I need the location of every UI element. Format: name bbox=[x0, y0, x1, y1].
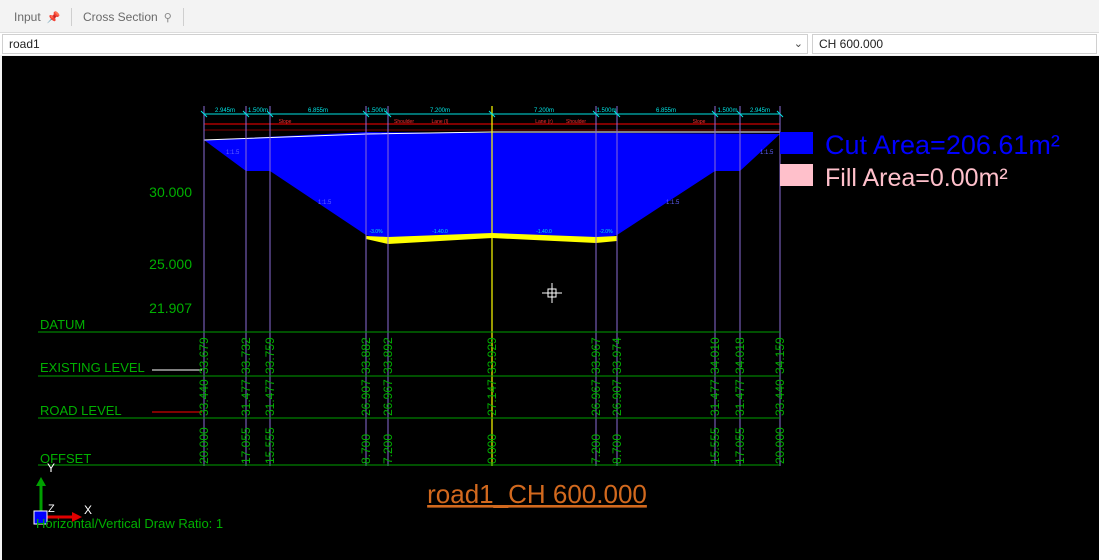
existing-level-row-label: EXISTING LEVEL bbox=[40, 360, 145, 375]
existing-value: 33.929 bbox=[485, 337, 499, 374]
pin-icon[interactable]: 📌 bbox=[47, 11, 61, 24]
dimension-label: 6.855m bbox=[308, 108, 328, 114]
tab-divider bbox=[183, 8, 184, 26]
offset-value: 20.000 bbox=[773, 427, 787, 464]
road-value: 31.477 bbox=[239, 379, 253, 416]
dimension-label: 1.500m bbox=[248, 108, 268, 114]
existing-value: 33.759 bbox=[263, 337, 277, 374]
pin-outline-icon[interactable]: ⚲ bbox=[164, 11, 172, 24]
existing-value: 33.882 bbox=[359, 337, 373, 374]
fill-area-swatch bbox=[780, 164, 813, 186]
offset-value: 20.000 bbox=[197, 427, 211, 464]
existing-value: 33.974 bbox=[610, 337, 624, 374]
x-axis-label: X bbox=[84, 503, 92, 517]
offset-value: 7.200 bbox=[589, 434, 603, 464]
dimension-label: 2.945m bbox=[750, 108, 770, 114]
crosshair-cursor-icon bbox=[542, 283, 562, 303]
tab-input-label: Input bbox=[14, 10, 41, 24]
dimension-label: 7.200m bbox=[430, 108, 450, 114]
ucs-axis-icon: Y Z X bbox=[33, 461, 92, 525]
offset-value: 7.200 bbox=[381, 434, 395, 464]
chainage-input[interactable]: CH 600.000 bbox=[812, 34, 1097, 54]
grade-label: -1.40.0 bbox=[536, 229, 552, 235]
element-label: Lane (r) bbox=[535, 119, 553, 125]
road-value: 33.440 bbox=[773, 379, 787, 416]
chainage-value: CH 600.000 bbox=[819, 37, 884, 51]
slope-label: 1:1.5 bbox=[318, 200, 332, 206]
elevation-label: 30.000 bbox=[149, 184, 192, 200]
elevation-label: 25.000 bbox=[149, 256, 192, 272]
cross-section-canvas[interactable]: 2.945m 1.500m 6.855m 1.500m 7.200m 7.200m 1.50… bbox=[2, 56, 1099, 560]
offset-value: 17.055 bbox=[733, 427, 747, 464]
existing-value: 34.010 bbox=[708, 337, 722, 374]
road-value: 33.440 bbox=[197, 379, 211, 416]
fill-area-label: Fill Area=0.00m² bbox=[825, 164, 1008, 192]
offset-value: 8.700 bbox=[359, 434, 373, 464]
tab-divider bbox=[71, 8, 72, 26]
road-value: 31.477 bbox=[708, 379, 722, 416]
cross-section-drawing[interactable]: 2.945m 1.500m 6.855m 1.500m 7.200m 7.200m 1.50… bbox=[2, 56, 1099, 560]
road-value: 26.907 bbox=[359, 379, 373, 416]
road-select-value: road1 bbox=[9, 37, 40, 51]
dimension-label: 1.500m bbox=[596, 108, 616, 114]
slope-label: 1:1.5 bbox=[666, 200, 680, 206]
road-value: 27.147 bbox=[485, 379, 499, 416]
element-label: Shoulder bbox=[394, 119, 414, 125]
tab-cross-section-label: Cross Section bbox=[83, 10, 158, 24]
draw-ratio-text: Horizontal/Vertical Draw Ratio: 1 bbox=[36, 516, 223, 531]
dimension-label: 7.200m bbox=[534, 108, 554, 114]
selector-row: road1 ⌄ CH 600.000 bbox=[0, 33, 1099, 55]
cut-area-swatch bbox=[780, 132, 813, 154]
grade-label: -3.0% bbox=[369, 229, 383, 235]
section-title: road1_CH 600.000 bbox=[427, 479, 647, 509]
dimension-label: 1.500m bbox=[717, 108, 737, 114]
element-label: Lane (l) bbox=[432, 119, 449, 125]
road-value: 31.477 bbox=[733, 379, 747, 416]
element-label: Shoulder bbox=[566, 119, 586, 125]
element-label: Slope bbox=[693, 119, 706, 125]
road-level-row-label: ROAD LEVEL bbox=[40, 403, 122, 418]
offset-value: 17.055 bbox=[239, 427, 253, 464]
offset-value: 0.000 bbox=[485, 434, 499, 464]
dimension-label: 2.945m bbox=[215, 108, 235, 114]
slope-label: 1:1.5 bbox=[226, 150, 240, 156]
tab-input[interactable]: Input 📌 bbox=[14, 5, 60, 29]
z-axis-label: Z bbox=[48, 503, 55, 515]
tab-cross-section[interactable]: Cross Section ⚲ bbox=[83, 5, 172, 29]
grade-label: -1.40.0 bbox=[432, 229, 448, 235]
existing-value: 33.967 bbox=[589, 337, 603, 374]
dimension-label: 6.855m bbox=[656, 108, 676, 114]
element-label: Slope bbox=[279, 119, 292, 125]
road-value: 31.477 bbox=[263, 379, 277, 416]
grade-label: -2.0% bbox=[599, 229, 613, 235]
road-select[interactable]: road1 ⌄ bbox=[2, 34, 808, 54]
existing-value: 34.018 bbox=[733, 337, 747, 374]
slope-label: 1:1.5 bbox=[760, 150, 774, 156]
existing-value: 33.892 bbox=[381, 337, 395, 374]
dimension-label: 1.500m bbox=[367, 108, 387, 114]
y-axis-label: Y bbox=[47, 461, 55, 475]
offset-value: 15.555 bbox=[263, 427, 277, 464]
existing-value: 34.159 bbox=[773, 337, 787, 374]
existing-value: 33.679 bbox=[197, 337, 211, 374]
road-value: 26.967 bbox=[589, 379, 603, 416]
chevron-down-icon[interactable]: ⌄ bbox=[794, 37, 803, 50]
tab-bar: Input 📌 Cross Section ⚲ bbox=[0, 0, 1099, 33]
offset-value: 8.700 bbox=[610, 434, 624, 464]
road-value: 26.967 bbox=[381, 379, 395, 416]
datum-row-label: DATUM bbox=[40, 317, 85, 332]
cut-area-label: Cut Area=206.61m² bbox=[825, 130, 1060, 160]
existing-value: 33.732 bbox=[239, 337, 253, 374]
offset-value: 15.555 bbox=[708, 427, 722, 464]
road-value: 26.907 bbox=[610, 379, 624, 416]
elevation-label: 21.907 bbox=[149, 300, 192, 316]
